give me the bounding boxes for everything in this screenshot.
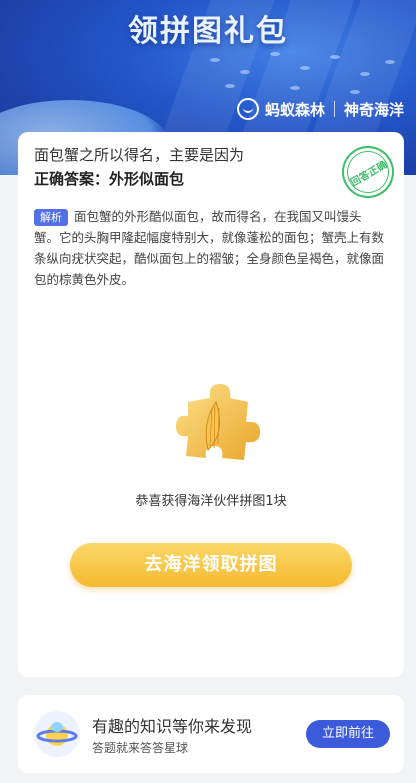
- brand-magic-ocean: 神奇海洋: [343, 100, 404, 119]
- analysis-tag: 解析: [34, 209, 68, 226]
- promo-subtitle: 答题就来答答星球: [92, 741, 189, 755]
- promo-card[interactable]: 有趣的知识等你来发现 答题就来答答星球 立即前往: [18, 695, 404, 773]
- go-now-button[interactable]: 立即前往: [306, 720, 390, 748]
- brand-divider: [333, 101, 335, 117]
- promo-title: 有趣的知识等你来发现: [92, 717, 253, 736]
- result-card: 面包蟹之所以得名，主要是因为 正确答案：外形似面包 回答正确 解析 面包蟹的外形酷…: [18, 132, 404, 677]
- brand-ant-forest: 蚂蚁森林: [264, 100, 325, 119]
- puzzle-piece-icon: [168, 372, 268, 472]
- claim-puzzle-button[interactable]: 去海洋领取拼图: [70, 543, 352, 587]
- planet-icon: [34, 711, 80, 757]
- brand-bar: 蚂蚁森林 神奇海洋: [236, 98, 404, 120]
- reward-text: 恭喜获得海洋伙伴拼图1块: [135, 494, 287, 509]
- analysis-block: 解析 面包蟹的外形酷似面包，故而得名，在我国又叫馒头蟹。它的头胸甲隆起幅度特别大，…: [34, 206, 386, 290]
- page-title: 领拼图礼包: [128, 14, 288, 49]
- ant-forest-logo-icon: [236, 98, 259, 120]
- analysis-text: 面包蟹的外形酷似面包，故而得名，在我国又叫馒头蟹。它的头胸甲隆起幅度特别大，就像…: [34, 209, 385, 287]
- question-text: 面包蟹之所以得名，主要是因为: [34, 146, 245, 164]
- correct-answer: 正确答案：外形似面包: [34, 170, 185, 188]
- correct-stamp-icon: 回答正确: [332, 136, 404, 208]
